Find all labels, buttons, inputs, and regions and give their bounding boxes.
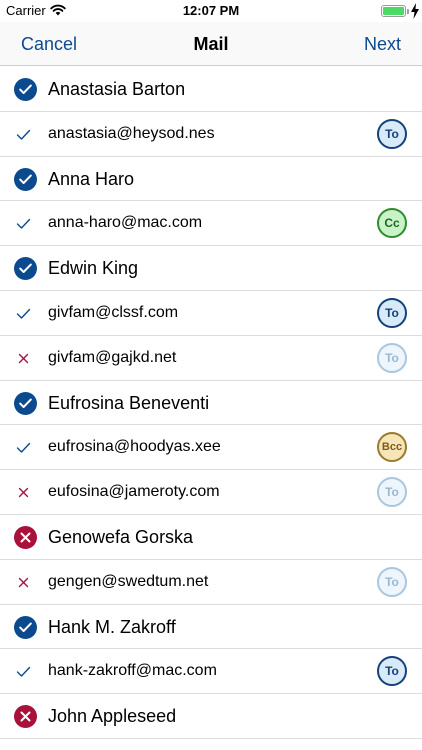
checkmark-circle-icon[interactable]: [14, 78, 37, 101]
cross-circle-icon[interactable]: [14, 525, 37, 549]
recipient-type-badge[interactable]: To: [377, 118, 407, 149]
page-title: Mail: [193, 34, 229, 54]
email-row[interactable]: gengen@swedtum.net To: [0, 560, 422, 605]
email-row[interactable]: eufosina@jameroty.com To: [0, 470, 422, 515]
recipient-list: Anastasia Barton anastasia@heysod.nes To An…: [0, 67, 422, 739]
contact-row[interactable]: Hank M. Zakroff: [0, 605, 422, 650]
contact-name: Hank M. Zakroff: [48, 616, 176, 637]
checkmark-circle-icon[interactable]: [14, 391, 37, 415]
recipient-type-badge[interactable]: Bcc: [377, 432, 407, 463]
contact-name: Anastasia Barton: [48, 79, 186, 99]
contact-row[interactable]: Genowefa Gorska: [0, 515, 422, 560]
email-address: eufosina@jameroty.com: [48, 483, 220, 501]
email-address: eufrosina@hoodyas.xee: [48, 438, 221, 456]
cross-icon[interactable]: [16, 351, 31, 366]
recipient-type-badge[interactable]: To: [377, 566, 407, 597]
recipient-type-badge[interactable]: To: [377, 297, 407, 328]
contact-row[interactable]: Edwin King: [0, 246, 422, 291]
email-address: givfam@clssf.com: [48, 303, 179, 321]
contact-name: Anna Haro: [48, 168, 135, 189]
checkmark-circle-icon[interactable]: [14, 257, 37, 281]
checkmark-icon[interactable]: [16, 306, 31, 321]
navigation-bar: Cancel Mail Next: [0, 22, 422, 66]
email-row[interactable]: eufrosina@hoodyas.xee Bcc: [0, 425, 422, 471]
checkmark-icon[interactable]: [16, 440, 31, 455]
contact-row[interactable]: Eufrosina Beneventi: [0, 381, 422, 426]
checkmark-icon[interactable]: [16, 127, 31, 142]
email-address: givfam@gajkd.net: [48, 348, 177, 366]
email-row[interactable]: givfam@gajkd.net To: [0, 336, 422, 381]
contact-name: Edwin King: [48, 258, 139, 279]
cross-circle-icon[interactable]: [14, 705, 37, 729]
contact-row[interactable]: Anastasia Barton: [0, 67, 422, 112]
recipient-type-badge[interactable]: To: [377, 477, 407, 508]
checkmark-circle-icon[interactable]: [14, 615, 37, 639]
recipient-type-badge[interactable]: To: [377, 342, 407, 373]
email-row[interactable]: givfam@clssf.com To: [0, 291, 422, 336]
email-address: hank-zakroff@mac.com: [48, 662, 217, 680]
contact-name: Eufrosina Beneventi: [48, 392, 210, 413]
clock: 12:07 PM: [182, 3, 240, 18]
cross-icon[interactable]: [16, 575, 31, 590]
cross-icon[interactable]: [16, 485, 31, 500]
charging-icon: [411, 3, 419, 19]
checkmark-icon[interactable]: [16, 216, 31, 231]
recipient-type-badge[interactable]: Cc: [377, 208, 407, 239]
contact-name: Genowefa Gorska: [48, 526, 194, 547]
email-address: anna-haro@mac.com: [48, 214, 203, 232]
checkmark-icon[interactable]: [16, 664, 31, 679]
email-address: gengen@swedtum.net: [48, 572, 209, 590]
contact-name: John Appleseed: [48, 706, 177, 727]
checkmark-circle-icon[interactable]: [14, 167, 37, 191]
status-bar: Carrier 12:07 PM: [0, 0, 422, 22]
battery-icon: [381, 5, 409, 17]
email-row[interactable]: anna-haro@mac.com Cc: [0, 201, 422, 247]
recipient-type-badge[interactable]: To: [377, 656, 407, 687]
next-button[interactable]: Next: [364, 34, 401, 55]
email-row[interactable]: hank-zakroff@mac.com To: [0, 649, 422, 695]
email-row[interactable]: anastasia@heysod.nes To: [0, 112, 422, 157]
contact-row[interactable]: John Appleseed: [0, 694, 422, 739]
email-address: anastasia@heysod.nes: [48, 124, 215, 142]
contact-row[interactable]: Anna Haro: [0, 157, 422, 202]
